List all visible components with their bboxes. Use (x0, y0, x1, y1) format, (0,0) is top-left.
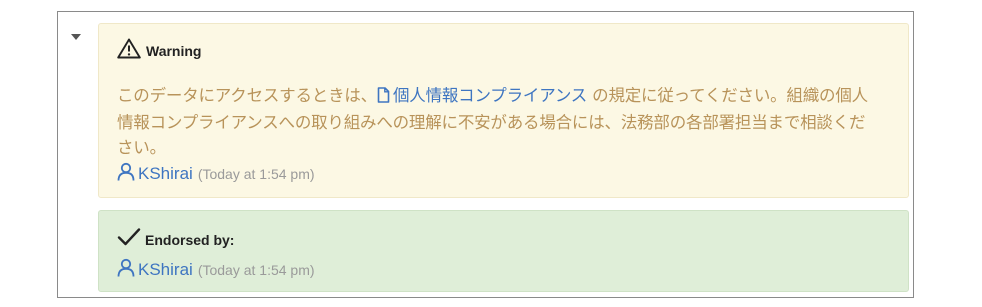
document-icon (377, 85, 390, 110)
endorser-link[interactable]: KShirai (138, 260, 193, 280)
endorsement-header: Endorsed by: (117, 227, 234, 252)
comment-panel: Warning このデータにアクセスするときは、 個人情報コンプライアンス の規定… (57, 11, 914, 298)
checkmark-icon (117, 227, 141, 252)
user-icon (117, 258, 135, 282)
endorsement-timestamp: (Today at 1:54 pm) (197, 262, 315, 278)
endorsement-callout: Endorsed by: KShirai (Today at 1:54 pm) (98, 210, 909, 292)
warning-title: Warning (146, 43, 202, 59)
warning-author-link[interactable]: KShirai (138, 164, 193, 184)
user-icon (117, 162, 135, 186)
endorsement-title: Endorsed by: (145, 231, 235, 248)
warning-callout: Warning このデータにアクセスするときは、 個人情報コンプライアンス の規定… (98, 23, 909, 198)
compliance-doc-link-label: 個人情報コンプライアンス (392, 86, 588, 105)
collapse-caret-icon[interactable] (71, 34, 81, 40)
warning-message: このデータにアクセスするときは、 個人情報コンプライアンス の規定に従ってください… (117, 83, 877, 160)
warning-header: Warning (117, 38, 202, 64)
warning-text-before: このデータにアクセスするときは、 (117, 86, 377, 105)
warning-author: KShirai (Today at 1:54 pm) (117, 162, 315, 186)
warning-triangle-icon (117, 38, 141, 64)
endorser: KShirai (Today at 1:54 pm) (117, 258, 315, 282)
compliance-doc-link[interactable]: 個人情報コンプライアンス (377, 86, 587, 105)
warning-timestamp: (Today at 1:54 pm) (197, 166, 315, 182)
